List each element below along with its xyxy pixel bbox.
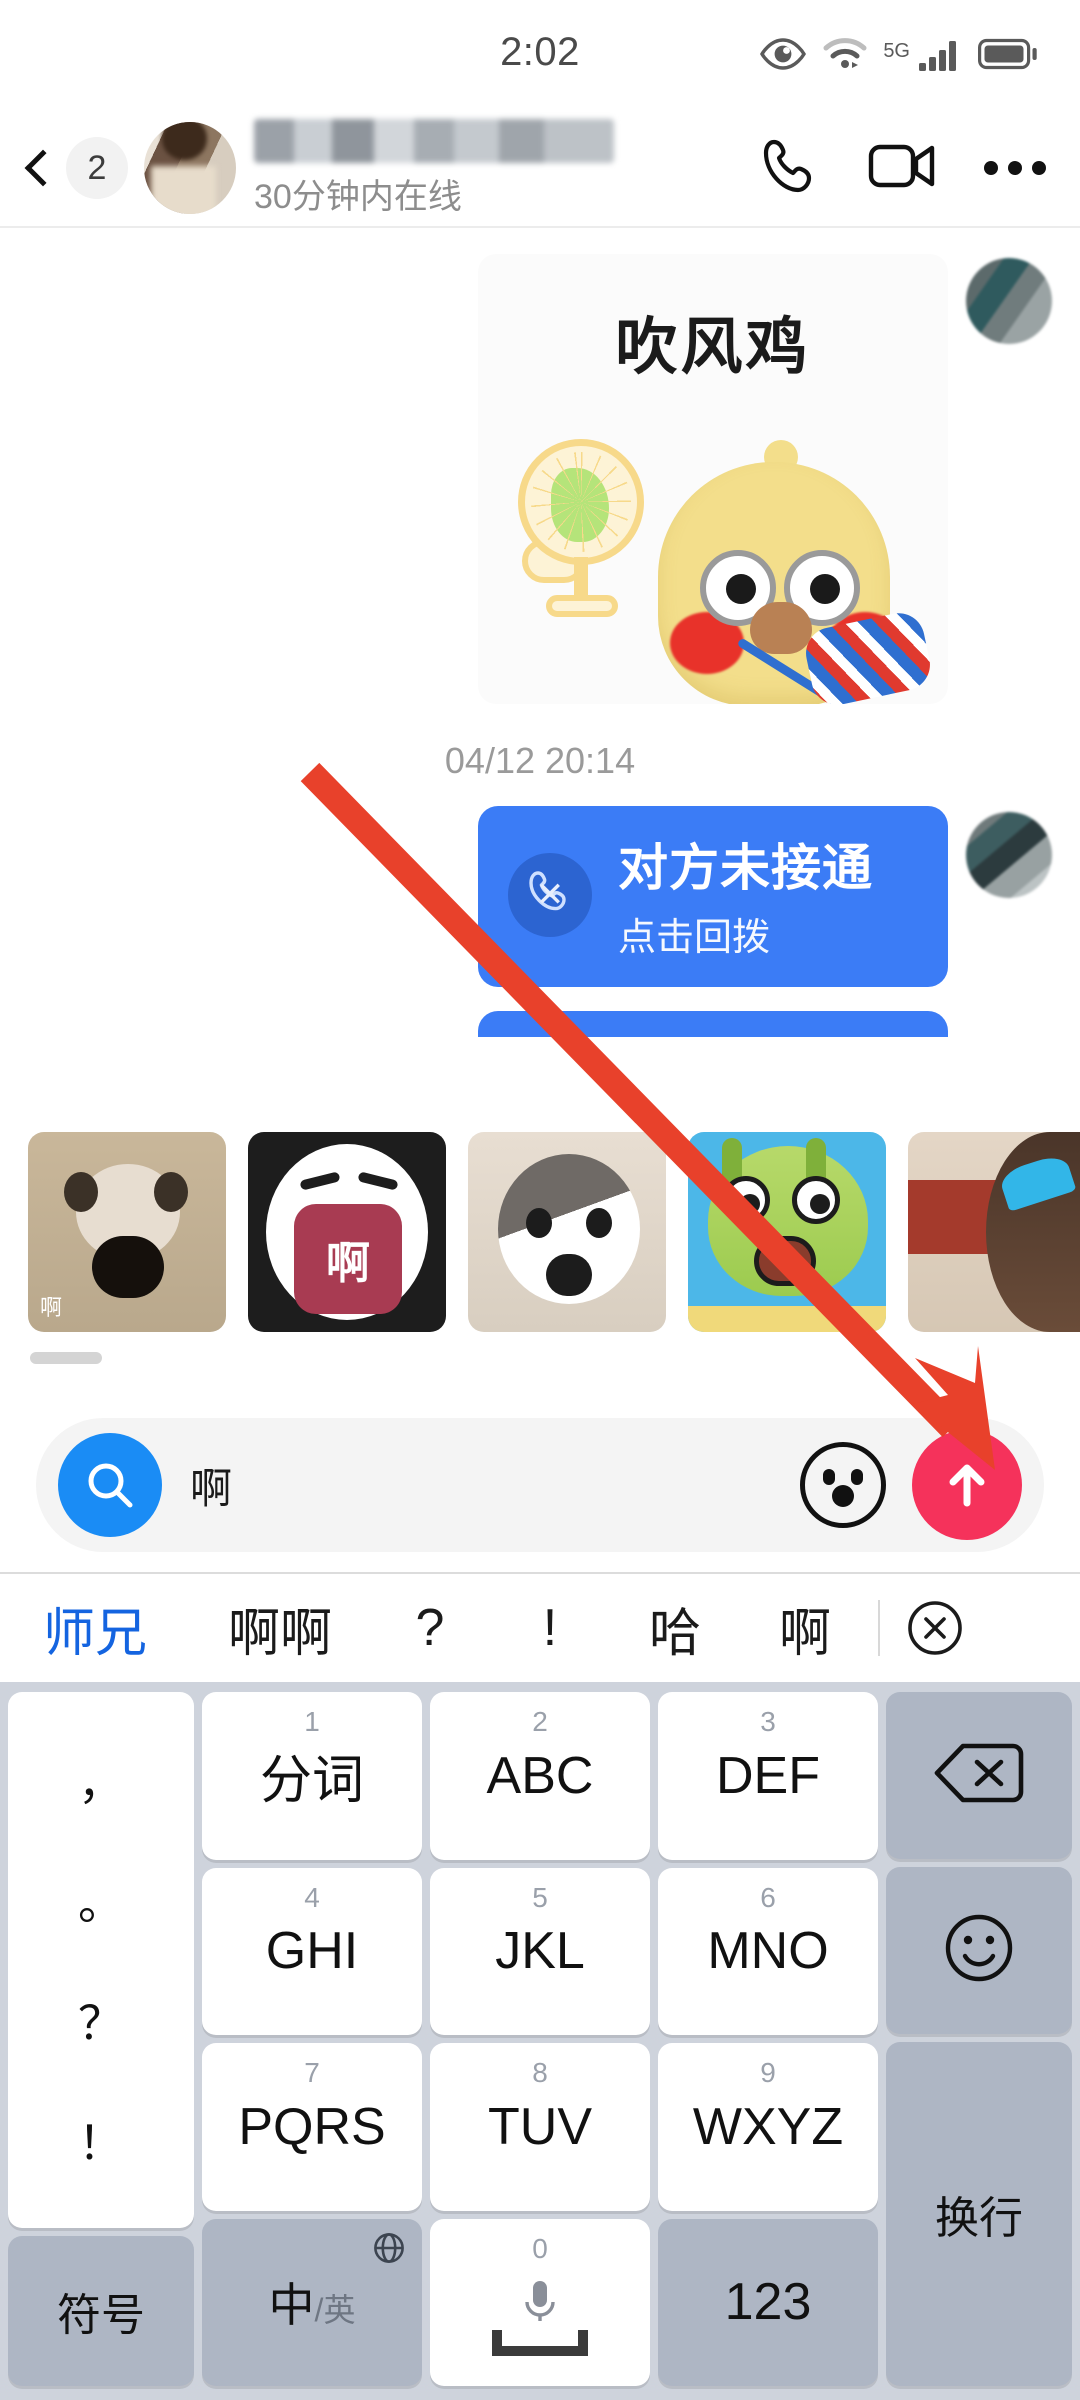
- key-1[interactable]: 1 分词: [202, 1692, 422, 1860]
- key-2[interactable]: 2 ABC: [430, 1692, 650, 1860]
- message-timestamp: 04/12 20:14: [444, 740, 636, 781]
- language-label-en: /英: [314, 2292, 356, 2329]
- candidate-item-0[interactable]: 师兄: [0, 1591, 190, 1666]
- network-type-label: 5G: [883, 40, 910, 62]
- list-item[interactable]: 啊: [248, 1132, 446, 1332]
- contact-name: [254, 118, 614, 163]
- candidate-bar[interactable]: 师兄 啊啊 ? ! 哈 啊: [0, 1574, 1080, 1682]
- contact-avatar[interactable]: [144, 122, 236, 214]
- numeric-key[interactable]: 123: [658, 2218, 878, 2386]
- keyboard-row-bottom: 中/英 0 123: [202, 2218, 878, 2386]
- input-bar-container: 啊: [0, 1398, 1080, 1572]
- contact-presence: 30分钟内在线: [254, 177, 462, 216]
- enter-key[interactable]: 换行: [886, 2042, 1072, 2387]
- missed-call-bubble-partial[interactable]: [478, 1011, 948, 1037]
- backspace-key[interactable]: [886, 1692, 1072, 1859]
- eye-icon: [759, 37, 807, 71]
- message-list[interactable]: 吹风鸡 04/12 20:14 ✕ 对方未接通 点击回拨: [0, 228, 1080, 1037]
- status-bar: 2:02 5G: [0, 0, 1080, 108]
- chick-illustration: [644, 404, 935, 704]
- keyboard-row-3: 7 PQRS 8 TUV 9 WXYZ: [202, 2043, 878, 2211]
- signal-icon: [917, 36, 963, 72]
- language-toggle-key[interactable]: 中/英: [202, 2218, 422, 2386]
- keyboard-row-1: 1 分词 2 ABC 3 DEF: [202, 1692, 878, 1860]
- sticker-caption: 啊: [326, 1239, 370, 1288]
- exclaim-char: ！: [78, 2117, 124, 2169]
- t9-keyboard[interactable]: ， 。 ？ ！ 符号 1 分词 2 ABC 3 DEF 4 GHI 5 JKL …: [0, 1682, 1080, 2400]
- phone-call-icon[interactable]: [758, 134, 822, 203]
- list-item[interactable]: [908, 1132, 1080, 1332]
- battery-icon: [978, 38, 1038, 70]
- smiley-icon: [940, 1909, 1018, 1992]
- space-indicator: [492, 2330, 588, 2356]
- message-input-field[interactable]: 啊: [190, 1455, 800, 1516]
- punctuation-key[interactable]: ， 。 ？ ！: [8, 1692, 194, 2228]
- backspace-icon: [933, 1738, 1025, 1813]
- back-button[interactable]: 2: [24, 137, 128, 199]
- emoji-key[interactable]: [886, 1867, 1072, 2034]
- candidate-item-5[interactable]: 啊: [740, 1591, 870, 1666]
- language-label-cn: 中: [268, 2279, 315, 2332]
- key-8[interactable]: 8 TUV: [430, 2043, 650, 2211]
- candidate-item-2[interactable]: ?: [370, 1598, 490, 1658]
- wifi-icon: [822, 36, 868, 72]
- message-row-sticker: 吹风鸡: [0, 228, 1080, 704]
- chat-header: 2 30分钟内在线: [0, 108, 1080, 228]
- message-row-call-partial: [0, 987, 1080, 1037]
- sticker-suggestion-row[interactable]: 啊 啊: [0, 1122, 1080, 1342]
- globe-icon: [372, 2231, 406, 2270]
- missed-call-bubble[interactable]: ✕ 对方未接通 点击回拨: [478, 806, 948, 987]
- send-button[interactable]: [912, 1430, 1022, 1540]
- close-circle-icon[interactable]: [880, 1597, 990, 1659]
- symbols-key[interactable]: 符号: [8, 2236, 194, 2386]
- sticker-message[interactable]: 吹风鸡: [478, 254, 948, 704]
- sticker-row-scrollbar[interactable]: [30, 1352, 102, 1364]
- call-failed-icon: ✕: [508, 852, 592, 937]
- avatar[interactable]: [966, 258, 1052, 344]
- period-char: 。: [78, 1877, 124, 1929]
- candidate-item-4[interactable]: 哈: [610, 1591, 740, 1666]
- list-item[interactable]: [688, 1132, 886, 1332]
- candidate-item-1[interactable]: 啊啊: [190, 1591, 370, 1666]
- chevron-left-icon: [24, 149, 62, 187]
- close-icon: ✕: [535, 875, 565, 914]
- microphone-icon: [520, 2275, 560, 2336]
- key-4[interactable]: 4 GHI: [202, 1867, 422, 2035]
- avatar[interactable]: [966, 812, 1052, 898]
- key-7[interactable]: 7 PQRS: [202, 2043, 422, 2211]
- question-char: ？: [78, 1997, 124, 2049]
- list-item[interactable]: [468, 1132, 666, 1332]
- sticker-caption: 吹风鸡: [615, 310, 811, 383]
- list-item[interactable]: 啊: [28, 1132, 226, 1332]
- comma-char: ，: [78, 1757, 124, 1809]
- key-9[interactable]: 9 WXYZ: [658, 2043, 878, 2211]
- call-status-action: 点击回拨: [618, 917, 771, 959]
- search-icon[interactable]: [58, 1433, 162, 1537]
- message-input-bar[interactable]: 啊: [36, 1418, 1044, 1552]
- unread-count-badge: 2: [66, 137, 128, 199]
- candidate-item-3[interactable]: !: [490, 1598, 610, 1658]
- more-options-icon[interactable]: [984, 161, 1046, 175]
- sticker-caption: 啊: [40, 1295, 71, 1320]
- key-5[interactable]: 5 JKL: [430, 1867, 650, 2035]
- key-3[interactable]: 3 DEF: [658, 1692, 878, 1860]
- keyboard-row-2: 4 GHI 5 JKL 6 MNO: [202, 1867, 878, 2035]
- key-6[interactable]: 6 MNO: [658, 1867, 878, 2035]
- message-row-call: ✕ 对方未接通 点击回拨: [0, 782, 1080, 987]
- call-status-title: 对方未接通: [618, 840, 873, 896]
- space-key[interactable]: 0: [430, 2218, 650, 2386]
- video-call-icon[interactable]: [868, 138, 938, 199]
- emoji-face-icon[interactable]: [800, 1442, 886, 1528]
